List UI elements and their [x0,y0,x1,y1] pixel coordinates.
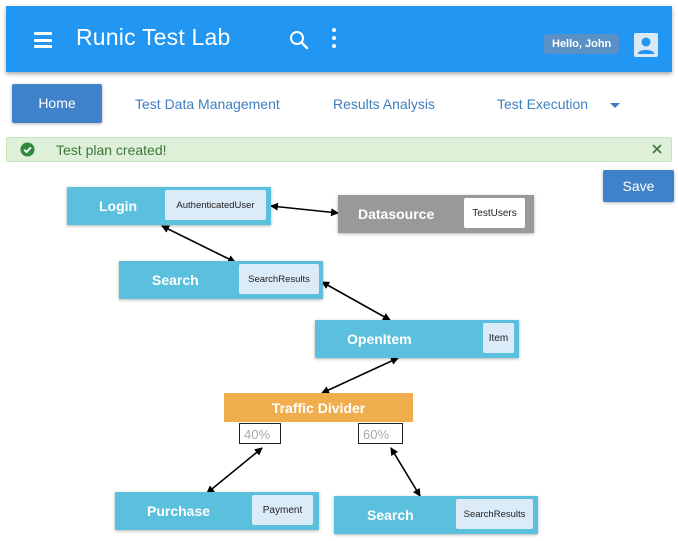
split-left-percent: 40% [239,423,281,444]
node-search-2[interactable]: Search SearchResults [334,496,538,534]
node-tag: SearchResults [239,264,319,294]
node-tag: SearchResults [456,499,533,529]
node-label: Purchase [147,503,211,519]
node-purchase[interactable]: Purchase Payment [115,492,319,530]
node-label: Search [152,272,199,288]
diagram-edges [161,202,421,497]
edge-search-openitem [321,281,391,321]
edge-openitem-divider [321,357,399,394]
node-tag: AuthenticatedUser [165,190,266,220]
edge-login-search [161,225,236,263]
split-right-percent: 60% [358,423,403,444]
node-datasource[interactable]: Datasource TestUsers [338,195,534,233]
node-label: Datasource [358,206,435,222]
node-login[interactable]: Login AuthenticatedUser [67,187,271,225]
node-label: Login [99,198,138,214]
node-tag: Item [483,323,514,353]
node-tag: TestUsers [464,198,525,228]
node-traffic-divider[interactable]: Traffic Divider [224,393,413,422]
edge-login-datasource [270,202,339,217]
node-tag: Payment [252,495,313,525]
node-label: OpenItem [347,331,412,347]
edge-split-purchase [206,447,263,494]
node-openitem[interactable]: OpenItem Item [315,320,519,358]
node-label: Search [367,507,414,523]
edge-split-search [390,447,421,497]
node-search[interactable]: Search SearchResults [119,261,323,299]
